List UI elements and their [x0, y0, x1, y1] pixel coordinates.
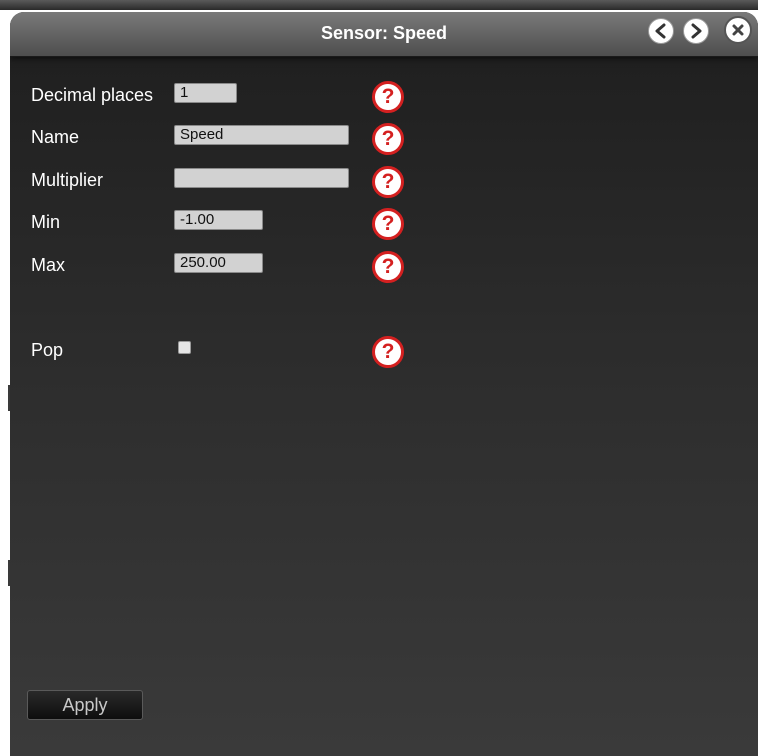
- min-input[interactable]: -1.00: [174, 210, 263, 230]
- next-button[interactable]: [683, 18, 709, 44]
- min-label: Min: [31, 212, 61, 232]
- dialog-title: Sensor: Speed: [320, 23, 448, 43]
- decimal-places-input[interactable]: 1: [174, 83, 237, 103]
- name-help-button[interactable]: ?: [372, 123, 404, 155]
- pop-help-button[interactable]: ?: [372, 336, 404, 368]
- multiplier-input[interactable]: [174, 168, 349, 188]
- sensor-dialog: Sensor: Speed Decimal places 1 ? Name Sp…: [10, 12, 758, 756]
- page: Sensor: Speed Decimal places 1 ? Name Sp…: [0, 0, 758, 756]
- left-edge: [0, 12, 10, 756]
- background-strip: [0, 0, 758, 10]
- max-input[interactable]: 250.00: [174, 253, 263, 273]
- chevron-right-icon: [688, 23, 704, 39]
- pop-label: Pop: [31, 340, 64, 360]
- close-button[interactable]: [724, 16, 752, 44]
- name-label: Name: [31, 127, 80, 147]
- pop-checkbox[interactable]: [178, 341, 191, 354]
- chevron-left-icon: [653, 23, 669, 39]
- multiplier-label: Multiplier: [31, 170, 104, 190]
- multiplier-help-button[interactable]: ?: [372, 166, 404, 198]
- apply-button[interactable]: Apply: [27, 690, 143, 720]
- max-help-button[interactable]: ?: [372, 251, 404, 283]
- max-label: Max: [31, 255, 66, 275]
- dialog-titlebar[interactable]: Sensor: Speed: [10, 12, 758, 57]
- decimal-places-help-button[interactable]: ?: [372, 81, 404, 113]
- previous-button[interactable]: [648, 18, 674, 44]
- name-input[interactable]: Speed: [174, 125, 349, 145]
- min-help-button[interactable]: ?: [372, 208, 404, 240]
- decimal-places-label: Decimal places: [31, 85, 154, 105]
- close-icon: [731, 23, 745, 37]
